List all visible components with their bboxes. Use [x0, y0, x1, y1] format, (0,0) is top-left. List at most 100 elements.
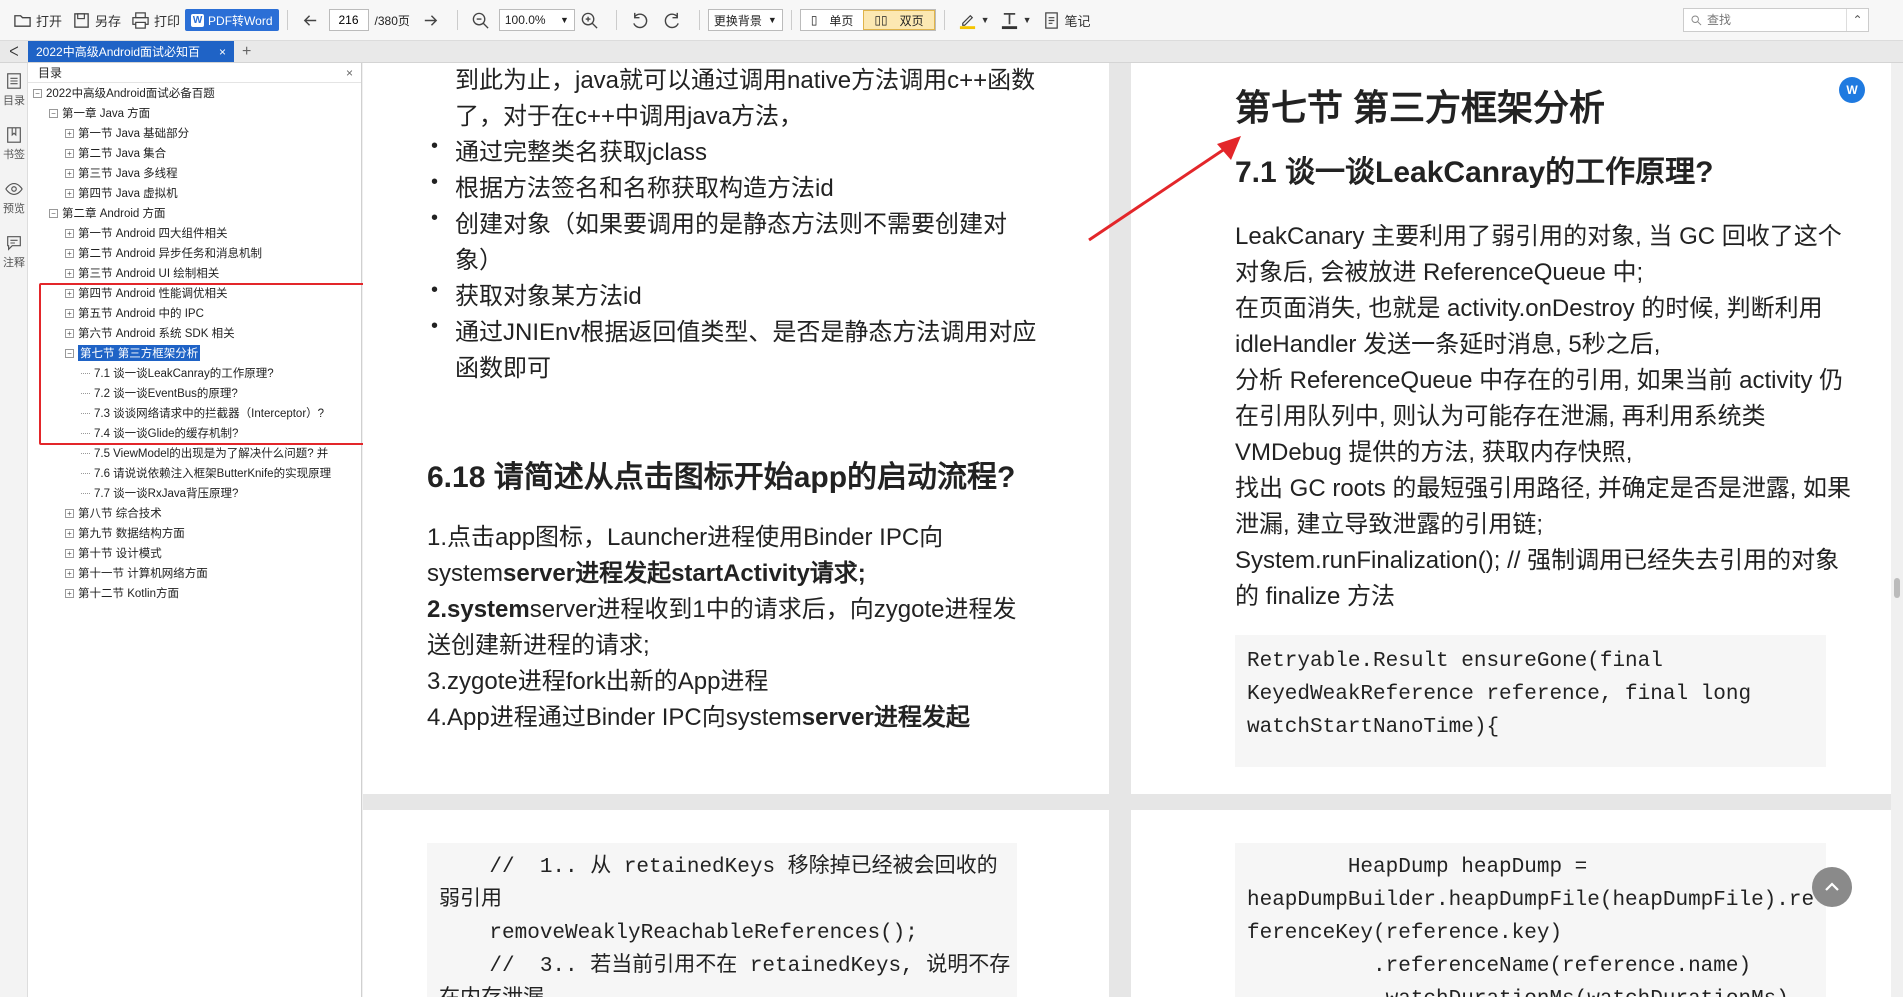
toc-subitem[interactable]: 7.1 谈一谈LeakCanray的工作原理?: [28, 363, 361, 383]
background-select[interactable]: 更换背景 ▼: [707, 9, 783, 31]
close-icon[interactable]: ×: [219, 45, 226, 59]
expand-icon[interactable]: +: [65, 288, 74, 298]
toc-subitem[interactable]: 7.7 谈一谈RxJava背压原理?: [28, 483, 361, 503]
toc-item-label: 第九节 数据结构方面: [78, 528, 185, 540]
collapse-icon[interactable]: −: [65, 348, 74, 358]
collapse-icon[interactable]: −: [33, 88, 42, 98]
expand-icon[interactable]: +: [65, 328, 74, 338]
step-line: 4.App进程通过Binder IPC向systemserver进程发起: [427, 700, 1017, 736]
collapse-icon[interactable]: −: [49, 108, 58, 118]
folder-icon: [14, 14, 31, 27]
toc-item[interactable]: − 第一章 Java 方面: [28, 103, 361, 123]
scrollbar-thumb[interactable]: [1894, 578, 1900, 598]
expand-icon[interactable]: +: [65, 268, 74, 278]
code-line: watchStartNanoTime){: [1247, 716, 1500, 739]
step-text-bold: server进程发起startActivity请求;: [503, 560, 866, 587]
bullet-icon: •: [431, 135, 439, 157]
word-convert-floating-button[interactable]: W: [1839, 77, 1865, 103]
tab-document[interactable]: 2022中高级Android面试必知百 ×: [28, 41, 234, 62]
collapse-icon[interactable]: −: [49, 208, 58, 218]
prev-page-button[interactable]: [296, 6, 329, 34]
double-page-button[interactable]: ▯▯ 双页: [863, 10, 935, 30]
toc-item[interactable]: + 第二节 Android 异步任务和消息机制: [28, 243, 361, 263]
collapse-sidebar-button[interactable]: ᐸ: [0, 44, 28, 60]
toc-item[interactable]: + 第三节 Android UI 绘制相关: [28, 263, 361, 283]
next-page-button[interactable]: [416, 6, 449, 34]
save-as-button[interactable]: 另存: [67, 6, 126, 34]
toc-subitem[interactable]: 7.6 请说说依赖注入框架ButterKnife的实现原理: [28, 463, 361, 483]
toc-item[interactable]: + 第十一节 计算机网络方面: [28, 563, 361, 583]
highlight-button[interactable]: ▼: [953, 6, 995, 34]
expand-icon[interactable]: +: [65, 528, 74, 538]
toc-subitem[interactable]: 7.5 ViewModel的出现是为了解决什么问题? 并: [28, 443, 361, 463]
tree-line-icon: [81, 432, 90, 434]
text-color-button[interactable]: ▼: [995, 6, 1037, 34]
expand-icon[interactable]: +: [65, 228, 74, 238]
highlighter-icon: [959, 14, 975, 29]
toc-item[interactable]: + 第十节 设计模式: [28, 543, 361, 563]
main-toolbar: 打开 另存 打印 W PDF转Word /380页 100.0% ▼ 更换背景 …: [0, 0, 1903, 41]
print-button[interactable]: 打印: [126, 6, 185, 34]
toc-item[interactable]: − 第七节 第三方框架分析: [28, 343, 361, 363]
list-item-text: 获取对象某方法id: [455, 283, 642, 310]
rail-annotation-button[interactable]: 注释: [0, 225, 28, 279]
rotate-right-icon: [664, 12, 679, 28]
toc-subitem[interactable]: 7.4 谈一谈Glide的缓存机制?: [28, 423, 361, 443]
expand-icon[interactable]: +: [65, 168, 74, 178]
expand-icon[interactable]: +: [65, 548, 74, 558]
toc-item[interactable]: + 第三节 Java 多线程: [28, 163, 361, 183]
rail-bookmark-button[interactable]: 书签: [0, 117, 28, 171]
chevron-up-icon: [1825, 882, 1839, 891]
expand-icon[interactable]: +: [65, 128, 74, 138]
expand-icon[interactable]: +: [65, 588, 74, 598]
page-number-input[interactable]: [328, 9, 369, 31]
expand-icon[interactable]: +: [65, 308, 74, 318]
zoom-select[interactable]: 100.0% ▼: [498, 9, 575, 31]
search-prev-button[interactable]: ⌃: [1846, 9, 1868, 31]
toc-item[interactable]: + 第六节 Android 系统 SDK 相关: [28, 323, 361, 343]
toc-subitem[interactable]: 7.3 谈谈网络请求中的拦截器（Interceptor）?: [28, 403, 361, 423]
toc-item[interactable]: + 第五节 Android 中的 IPC: [28, 303, 361, 323]
toc-item[interactable]: + 第四节 Java 虚拟机: [28, 183, 361, 203]
toc-item[interactable]: + 第九节 数据结构方面: [28, 523, 361, 543]
rotate-left-button[interactable]: [625, 6, 658, 34]
toc-item[interactable]: − 第二章 Android 方面: [28, 203, 361, 223]
toc-item[interactable]: + 第二节 Java 集合: [28, 143, 361, 163]
rail-preview-button[interactable]: 预览: [0, 171, 28, 225]
open-button[interactable]: 打开: [8, 6, 67, 34]
code-line: 弱引用: [439, 889, 502, 912]
list-item: • 创建对象（如果要调用的是静态方法则不需要创建对 象）: [431, 207, 1036, 279]
paragraph-block: LeakCanary 主要利用了弱引用的对象, 当 GC 回收了这个 对象后, …: [1235, 219, 1851, 615]
toc-item[interactable]: + 第一节 Android 四大组件相关: [28, 223, 361, 243]
expand-icon[interactable]: +: [65, 148, 74, 158]
expand-icon[interactable]: +: [65, 248, 74, 258]
chevron-down-icon: ▼: [1022, 15, 1032, 25]
toc-item[interactable]: + 第四节 Android 性能调优相关: [28, 283, 361, 303]
new-tab-button[interactable]: +: [242, 43, 251, 61]
vertical-scrollbar[interactable]: [1891, 63, 1903, 997]
rotate-right-button[interactable]: [658, 6, 691, 34]
back-to-top-button[interactable]: [1812, 867, 1852, 907]
toc-header: 目录 ×: [28, 63, 361, 83]
search-input[interactable]: [1707, 13, 1837, 27]
zoom-out-button[interactable]: [466, 6, 499, 34]
toc-item[interactable]: + 第十二节 Kotlin方面: [28, 583, 361, 603]
page-left-top-content: 到此为止，java就可以通过调用native方法调用c++函数 了，对于在c++…: [431, 63, 1036, 387]
toc-item[interactable]: −2022中高级Android面试必备百题: [28, 83, 361, 103]
code-line: HeapDump heapDump =: [1247, 856, 1588, 879]
toc-subitem[interactable]: 7.2 谈一谈EventBus的原理?: [28, 383, 361, 403]
expand-icon[interactable]: +: [65, 188, 74, 198]
notes-button[interactable]: 笔记: [1037, 6, 1096, 34]
toc-item-label: 7.5 ViewModel的出现是为了解决什么问题? 并: [94, 448, 329, 460]
single-page-button[interactable]: ▯ 单页: [801, 10, 864, 30]
zoom-in-button[interactable]: [575, 6, 608, 34]
toc-item[interactable]: + 第八节 综合技术: [28, 503, 361, 523]
code-block: // 1.. 从 retainedKeys 移除掉已经被会回收的 弱引用 rem…: [427, 843, 1017, 997]
close-icon[interactable]: ×: [346, 66, 353, 80]
expand-icon[interactable]: +: [65, 568, 74, 578]
rail-toc-button[interactable]: 目录: [0, 63, 28, 117]
expand-icon[interactable]: +: [65, 508, 74, 518]
toc-item[interactable]: + 第一节 Java 基础部分: [28, 123, 361, 143]
pdf-to-word-label: PDF转Word: [208, 13, 273, 28]
pdf-to-word-button[interactable]: W PDF转Word: [185, 9, 279, 31]
